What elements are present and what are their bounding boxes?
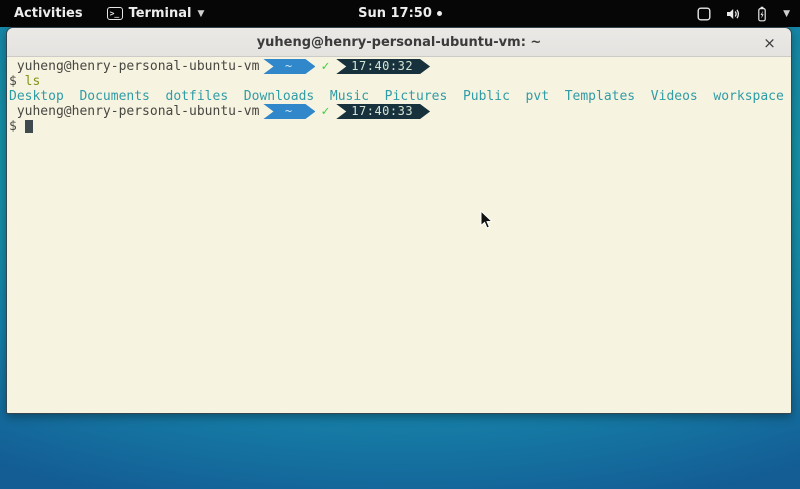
prompt-line: yuheng@henry-personal-ubuntu-vm ~ ✓ 17:4… <box>9 59 789 74</box>
volume-icon <box>725 6 741 22</box>
chevron-down-icon: ▼ <box>783 9 790 19</box>
ls-output-line: Desktop Documents dotfiles Downloads Mus… <box>9 89 789 104</box>
prompt-status-check-icon: ✓ <box>321 104 329 119</box>
typed-command: ls <box>25 74 41 89</box>
chevron-down-icon: ▼ <box>197 9 204 19</box>
notification-dot <box>437 11 442 16</box>
battery-charging-icon <box>754 6 770 22</box>
top-bar-left: Activities >_ Terminal ▼ <box>0 0 214 27</box>
terminal-window: yuheng@henry-personal-ubuntu-vm: ~ × yuh… <box>6 27 792 414</box>
prompt-line: yuheng@henry-personal-ubuntu-vm ~ ✓ 17:4… <box>9 104 789 119</box>
text-cursor <box>25 120 33 133</box>
prompt-status-check-icon: ✓ <box>321 59 329 74</box>
desktop: { "topbar": { "activities_label": "Activ… <box>0 0 800 489</box>
prompt-cwd-segment: ~ <box>263 59 315 74</box>
app-menu-terminal[interactable]: >_ Terminal ▼ <box>97 0 215 27</box>
window-titlebar[interactable]: yuheng@henry-personal-ubuntu-vm: ~ × <box>7 28 791 57</box>
terminal-app-icon: >_ <box>107 7 123 20</box>
clock-button[interactable]: Sun 17:50 <box>358 6 442 21</box>
prompt-time-segment: 17:40:33 <box>336 104 430 119</box>
prompt-time-segment: 17:40:32 <box>336 59 430 74</box>
prompt-user-host: yuheng@henry-personal-ubuntu-vm <box>9 59 259 74</box>
app-menu-label: Terminal <box>129 6 192 21</box>
close-button[interactable]: × <box>760 33 779 52</box>
directory-list: Desktop Documents dotfiles Downloads Mus… <box>9 89 784 104</box>
activities-button[interactable]: Activities <box>0 0 97 27</box>
clock-label: Sun 17:50 <box>358 6 432 21</box>
prompt-user-host: yuheng@henry-personal-ubuntu-vm <box>9 104 259 119</box>
window-title: yuheng@henry-personal-ubuntu-vm: ~ <box>257 35 542 50</box>
prompt-sign: $ <box>9 74 17 89</box>
system-status-area[interactable]: ▼ <box>696 0 800 27</box>
spacer <box>17 74 25 89</box>
command-line: $ ls <box>9 74 789 89</box>
gnome-top-bar: Activities >_ Terminal ▼ Sun 17:50 <box>0 0 800 27</box>
screen-share-icon <box>696 6 712 22</box>
terminal-content[interactable]: yuheng@henry-personal-ubuntu-vm ~ ✓ 17:4… <box>7 57 791 413</box>
input-line[interactable]: $ <box>9 119 789 134</box>
prompt-cwd-segment: ~ <box>263 104 315 119</box>
prompt-sign: $ <box>9 119 17 134</box>
